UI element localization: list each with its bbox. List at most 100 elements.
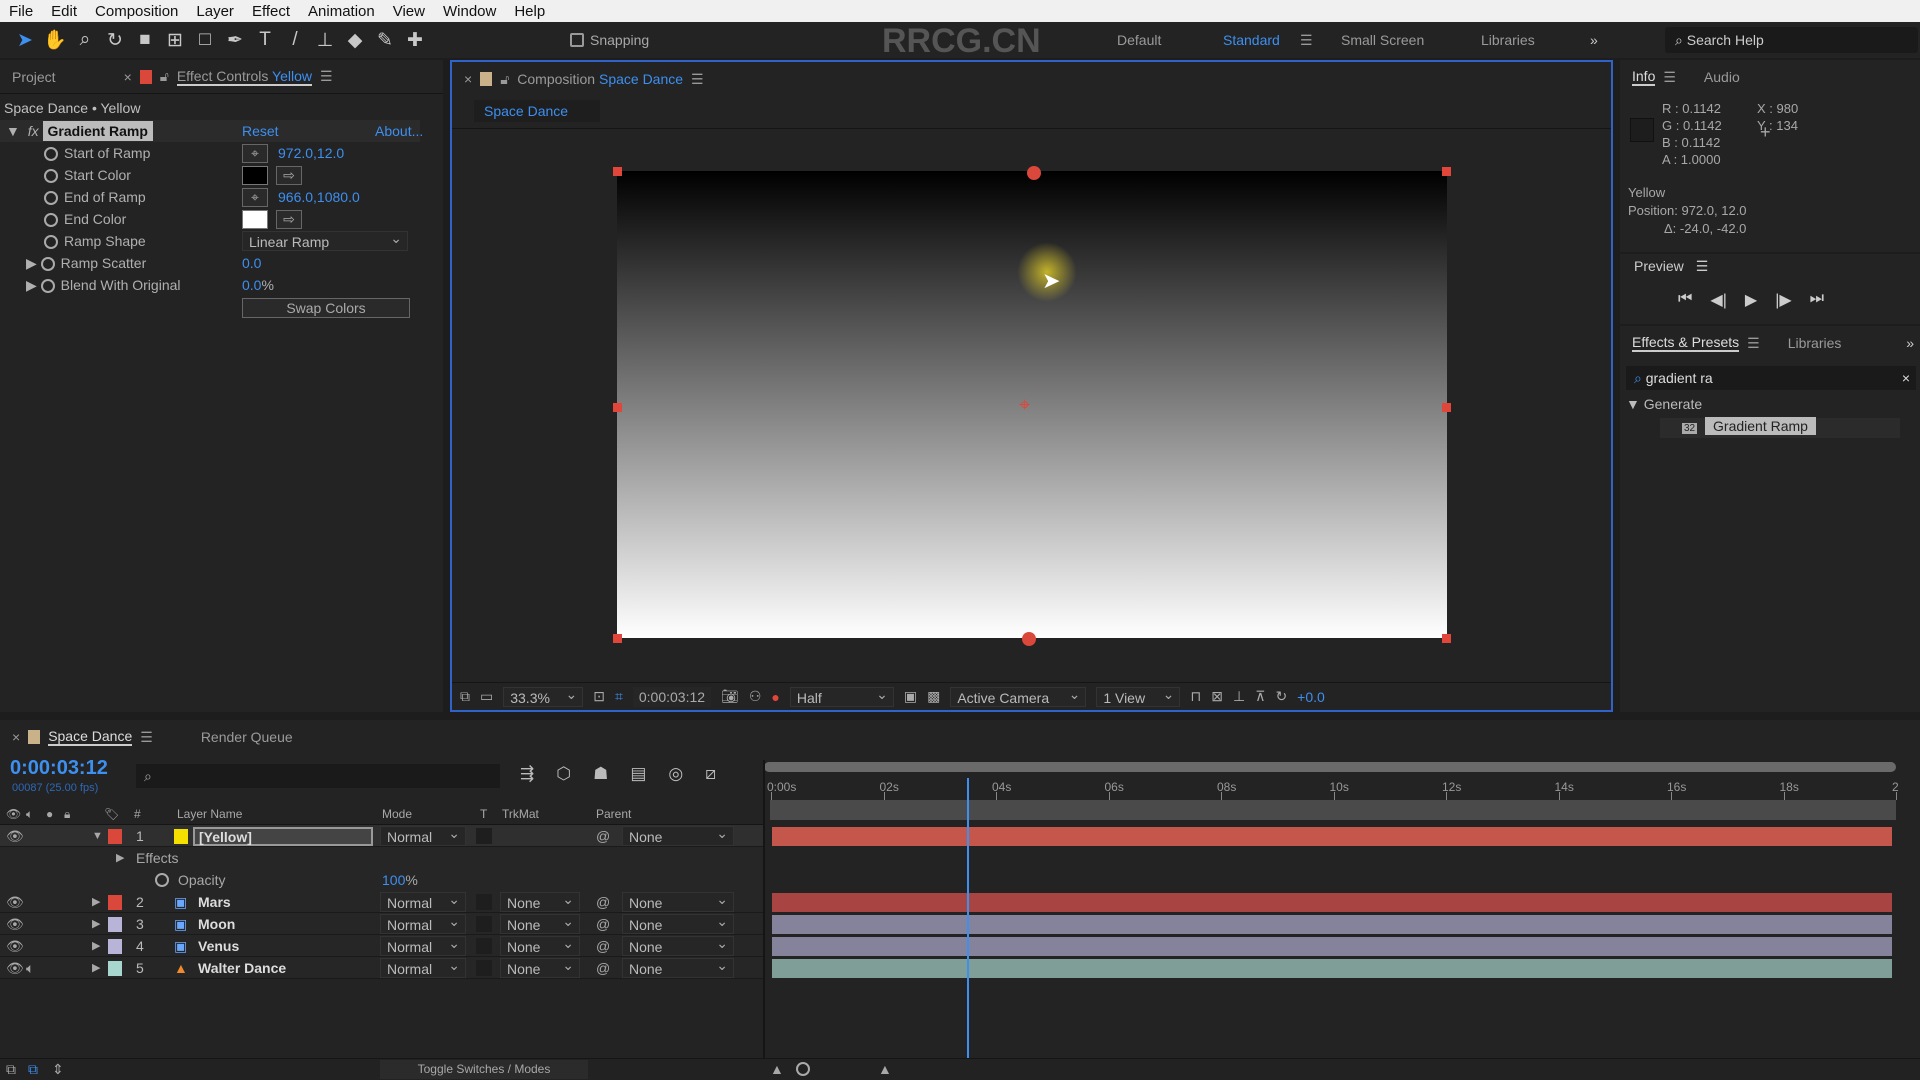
visibility-eye-icon[interactable]: 👁︎ xyxy=(6,891,24,913)
pan-behind-tool-icon[interactable]: ⊞ xyxy=(160,25,190,55)
monitor-icon[interactable]: ▭ xyxy=(480,688,493,705)
opacity-value[interactable]: 100 xyxy=(382,872,405,888)
layer-row[interactable]: 👁︎ 🔈︎ ▶ 5 ▲ Walter Dance Normal None @ N… xyxy=(0,955,763,979)
ramp-shape-dropdown[interactable]: Linear Ramp xyxy=(242,228,408,251)
stopwatch-icon[interactable] xyxy=(44,191,58,206)
search-help-input[interactable]: ⌕ Search Help xyxy=(1665,27,1918,53)
tab-composition[interactable]: Composition Space Dance xyxy=(517,71,683,87)
audio-icon[interactable]: 🔈︎ xyxy=(26,957,34,979)
start-color-swatch[interactable] xyxy=(242,166,268,185)
toggle-switches-modes-button[interactable]: Toggle Switches / Modes xyxy=(380,1060,588,1079)
transfer-controls-icon[interactable]: ⧉ xyxy=(28,1061,38,1078)
layer-duration-bar[interactable] xyxy=(772,827,1892,846)
layer-handle[interactable] xyxy=(613,167,622,176)
blend-mode-dropdown[interactable]: Normal xyxy=(380,933,466,956)
tab-project[interactable]: Project xyxy=(12,69,56,85)
visibility-eye-icon[interactable]: 👁︎ xyxy=(6,913,24,935)
parent-pick-whip-icon[interactable]: @ xyxy=(596,957,610,979)
panel-menu-icon[interactable]: ☰ xyxy=(1663,69,1676,86)
parent-dropdown[interactable]: None xyxy=(622,955,734,978)
trkmat-dropdown[interactable]: None xyxy=(500,933,580,956)
more-workspaces-icon[interactable]: » xyxy=(1590,22,1598,58)
layer-duration-bar[interactable] xyxy=(772,915,1892,934)
tab-audio[interactable]: Audio xyxy=(1704,69,1740,85)
play-icon[interactable]: ▶ xyxy=(1745,290,1757,310)
magnification-dropdown[interactable]: 33.3% xyxy=(503,684,584,707)
anchor-point-icon[interactable]: ⌖ xyxy=(1019,394,1030,417)
trkmat-dropdown[interactable]: None xyxy=(500,889,580,912)
stopwatch-icon[interactable] xyxy=(40,257,55,272)
layer-handle[interactable] xyxy=(1442,403,1451,412)
panel-menu-icon[interactable]: ☰ xyxy=(691,71,704,88)
more-panels-icon[interactable]: » xyxy=(1906,335,1914,351)
layer-handle[interactable] xyxy=(613,403,622,412)
workspace-standard[interactable]: Standard xyxy=(1223,22,1280,58)
selection-tool-icon[interactable]: ➤ xyxy=(10,25,40,55)
label-color[interactable] xyxy=(108,939,122,954)
stopwatch-icon[interactable] xyxy=(40,279,55,294)
workspace-libraries[interactable]: Libraries xyxy=(1481,22,1535,58)
menu-composition[interactable]: Composition xyxy=(86,3,187,20)
stopwatch-icon[interactable] xyxy=(44,169,58,184)
stamp-tool-icon[interactable]: ⊥ xyxy=(310,25,340,55)
parent-dropdown[interactable]: None xyxy=(622,823,734,846)
zoom-out-icon[interactable]: ▲ xyxy=(770,1061,784,1077)
timeline-current-time[interactable]: 0:00:03:12 xyxy=(10,757,108,780)
swap-colors-button[interactable]: Swap Colors xyxy=(242,298,410,318)
layer-switches-icon[interactable]: ⧉ xyxy=(6,1061,16,1078)
shy-icon[interactable]: ☗ xyxy=(593,764,608,784)
menu-help[interactable]: Help xyxy=(505,3,554,20)
end-of-ramp-point[interactable] xyxy=(1022,632,1036,646)
menu-window[interactable]: Window xyxy=(434,3,505,20)
lock-icon[interactable]: 🔓︎ xyxy=(160,68,169,85)
work-area-bar[interactable] xyxy=(764,762,1896,772)
col-layer-name[interactable]: Layer Name xyxy=(177,803,242,825)
motion-blur-icon[interactable]: ◎ xyxy=(668,764,683,784)
in-out-icon[interactable]: ⇕ xyxy=(52,1061,64,1078)
menu-animation[interactable]: Animation xyxy=(299,3,384,20)
menu-file[interactable]: File xyxy=(0,3,42,20)
zoom-in-icon[interactable]: ▲ xyxy=(878,1061,892,1077)
layer-handle[interactable] xyxy=(1442,167,1451,176)
close-tab-icon[interactable]: × xyxy=(464,71,472,87)
layer-duration-bar[interactable] xyxy=(772,937,1892,956)
panel-menu-icon[interactable]: ☰ xyxy=(1696,258,1709,274)
time-navigator[interactable] xyxy=(770,800,1896,820)
effects-search-input[interactable]: ⌕ gradient ra × xyxy=(1626,366,1916,390)
transparency-grid-icon[interactable]: ▩ xyxy=(927,688,940,705)
layer-row[interactable]: 👁︎ ▼ 1 [Yellow] Normal @ None xyxy=(0,823,763,847)
effect-name[interactable]: Gradient Ramp xyxy=(42,121,153,141)
composition-mini-flowchart-icon[interactable]: ⇶ xyxy=(520,764,534,784)
tab-timeline-space-dance[interactable]: Space Dance xyxy=(48,728,133,746)
view-layout-dropdown[interactable]: 1 View xyxy=(1096,684,1181,707)
layer-name[interactable]: Moon xyxy=(198,913,235,935)
eyedropper-icon[interactable]: ⇨ xyxy=(276,166,302,185)
eraser-tool-icon[interactable]: ◆ xyxy=(340,25,370,55)
stopwatch-icon[interactable] xyxy=(44,147,58,162)
rotate-tool-icon[interactable]: ↻ xyxy=(100,25,130,55)
playhead[interactable] xyxy=(966,778,969,1058)
fast-preview-icon[interactable]: ▣ xyxy=(904,688,917,705)
label-color[interactable] xyxy=(108,895,122,910)
next-frame-icon[interactable]: |▶ xyxy=(1775,290,1791,310)
layer-name[interactable]: [Yellow] xyxy=(193,827,373,846)
preserve-transparency-checkbox[interactable] xyxy=(476,894,492,910)
expand-arrow-icon[interactable]: ▶ xyxy=(26,277,37,293)
fx-icon[interactable]: fx xyxy=(28,123,39,139)
about-link[interactable]: About... xyxy=(375,120,423,142)
rectangle-tool-icon[interactable]: □ xyxy=(190,25,220,55)
layer-row[interactable]: 👁︎ ▶ 3 ▣ Moon Normal None @ None xyxy=(0,911,763,935)
lock-icon[interactable]: 🔓︎ xyxy=(500,71,509,88)
zoom-slider[interactable] xyxy=(796,1062,810,1076)
layer-handle[interactable] xyxy=(613,634,622,643)
label-color[interactable] xyxy=(108,961,122,976)
exposure-value[interactable]: +0.0 xyxy=(1297,689,1325,705)
end-of-ramp-value[interactable]: 966.0,1080.0 xyxy=(278,186,360,208)
draft-3d-icon[interactable]: ⬡ xyxy=(556,764,571,784)
parent-pick-whip-icon[interactable]: @ xyxy=(596,913,610,935)
pixel-aspect-icon[interactable]: ⊓ xyxy=(1190,688,1201,705)
preserve-transparency-checkbox[interactable] xyxy=(476,938,492,954)
tab-render-queue[interactable]: Render Queue xyxy=(201,729,293,745)
roto-brush-tool-icon[interactable]: ✎ xyxy=(370,25,400,55)
close-tab-icon[interactable]: × xyxy=(124,69,132,85)
